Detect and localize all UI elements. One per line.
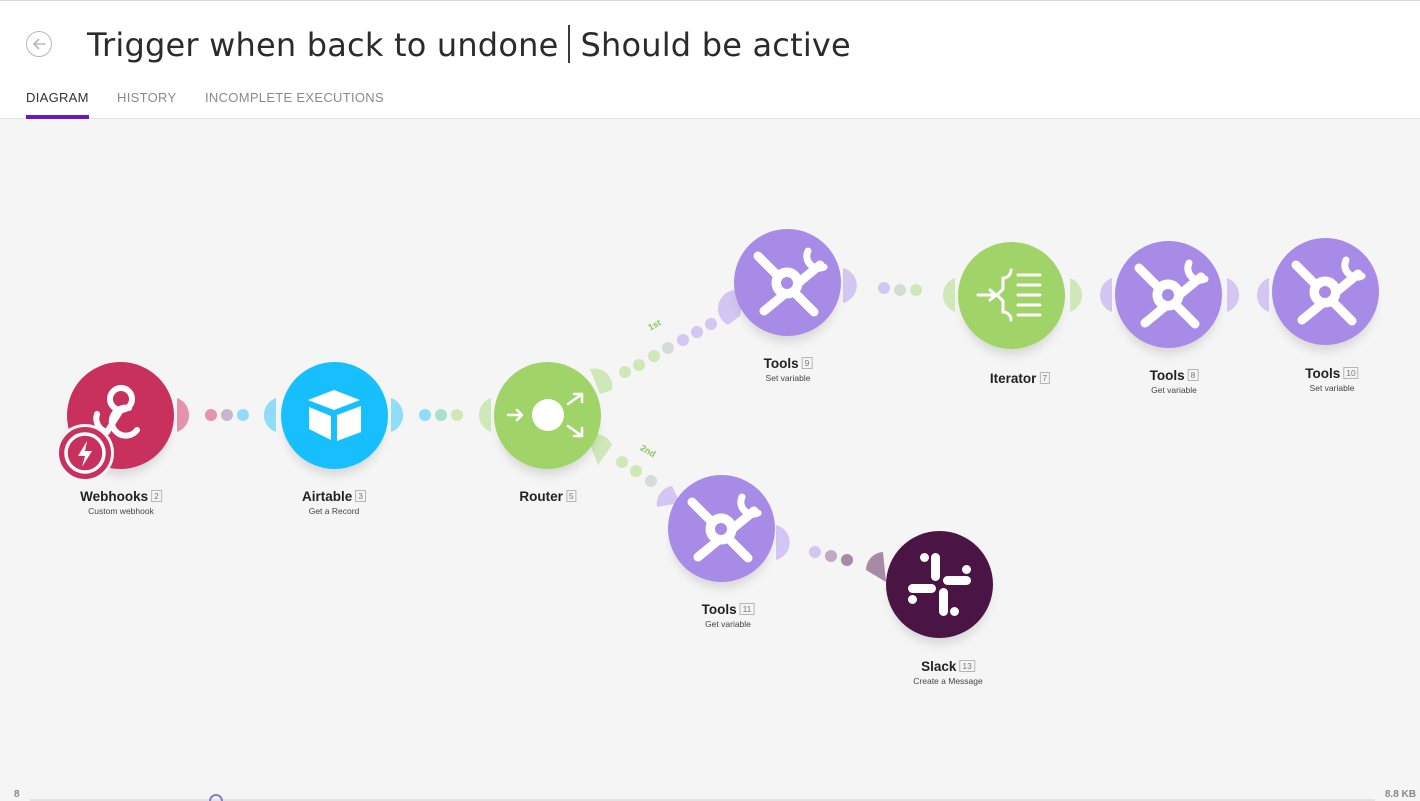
router-icon <box>506 392 584 438</box>
module-tools-10[interactable] <box>1272 238 1379 345</box>
module-label-tools-9: Tools 9 Set variable <box>764 356 813 383</box>
module-name: Tools <box>701 602 737 617</box>
scenario-name: Trigger when back to undone <box>87 26 559 64</box>
module-description: Create a Message <box>913 676 983 686</box>
module-number: 13 <box>959 660 975 672</box>
module-name: Router <box>519 489 563 504</box>
module-label-slack: Slack 13 Create a Message <box>913 659 982 686</box>
timeline-ruler <box>30 794 1375 801</box>
title-separator <box>568 25 571 63</box>
module-name: Airtable <box>302 489 353 504</box>
module-label-tools-8: Tools 8 Get variable <box>1150 368 1199 395</box>
module-number: 11 <box>739 603 755 615</box>
module-name: Webhooks <box>80 489 149 504</box>
module-description: Set variable <box>765 373 811 383</box>
module-description: Get a Record <box>308 506 360 516</box>
tab-incomplete-executions[interactable]: INCOMPLETE EXECUTIONS <box>205 90 384 120</box>
slack-icon <box>908 553 971 616</box>
module-label-tools-10: Tools 10 Set variable <box>1305 366 1359 393</box>
instant-trigger-icon <box>56 424 114 482</box>
module-number: 8 <box>1187 369 1199 381</box>
module-name: Iterator <box>989 371 1037 386</box>
connections <box>30 268 1375 801</box>
module-description: Get variable <box>705 619 751 629</box>
scenario-status: Should be active <box>580 26 851 64</box>
tools-icon <box>687 493 762 563</box>
module-router[interactable] <box>494 362 601 469</box>
module-airtable[interactable] <box>281 362 388 469</box>
module-number: 10 <box>1343 367 1359 379</box>
module-number: 7 <box>1039 372 1051 384</box>
tools-icon <box>753 247 828 317</box>
tab-history[interactable]: HISTORY <box>117 90 176 120</box>
airtable-icon <box>308 390 361 441</box>
module-tools-11[interactable] <box>668 475 775 582</box>
module-description: Set variable <box>1309 383 1355 393</box>
module-number: 9 <box>801 357 813 369</box>
timeline-start-value: 8 <box>14 789 20 800</box>
iterator-icon <box>976 268 1042 322</box>
module-iterator[interactable] <box>958 242 1065 349</box>
module-number: 5 <box>565 490 577 502</box>
page-title: Trigger when back to undone Should be act… <box>87 25 851 64</box>
tools-icon <box>1134 259 1209 329</box>
module-name: Tools <box>1305 366 1341 381</box>
module-slack[interactable] <box>886 531 993 638</box>
module-name: Tools <box>763 356 799 371</box>
module-description: Get variable <box>1151 385 1197 395</box>
module-number: 2 <box>151 490 162 502</box>
module-label-iterator: Iterator 7 <box>989 371 1051 386</box>
module-name: Tools <box>1149 368 1185 383</box>
module-label-router: Router 5 <box>519 489 577 504</box>
scenario-header: Trigger when back to undone Should be act… <box>0 0 1420 119</box>
module-label-airtable: Airtable 3 Get a Record <box>302 489 366 516</box>
module-label-webhooks: Webhooks 2 Custom webhook <box>80 489 162 516</box>
module-number: 3 <box>355 490 366 502</box>
module-name: Slack <box>921 659 957 674</box>
module-label-tools-11: Tools 11 Get variable <box>702 602 755 629</box>
tools-icon <box>1291 256 1366 326</box>
tab-diagram[interactable]: DIAGRAM <box>26 90 89 120</box>
diagram-canvas[interactable]: Webhooks 2 Custom webhook Airtable 3 Get a… <box>0 120 1420 801</box>
module-tools-8[interactable] <box>1115 241 1222 348</box>
module-tools-9[interactable] <box>734 229 841 336</box>
data-size-indicator: 8.8 KB <box>1384 789 1416 800</box>
back-arrow-icon[interactable] <box>26 31 52 57</box>
module-description: Custom webhook <box>88 506 154 516</box>
